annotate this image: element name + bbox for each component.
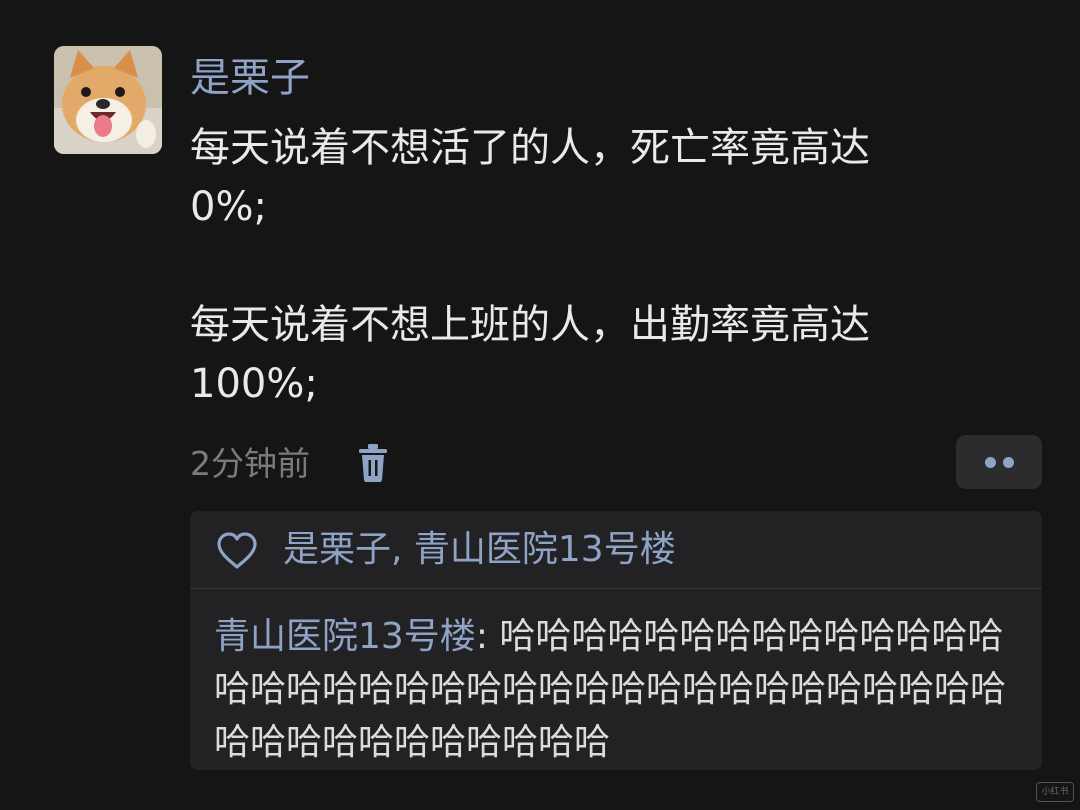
post-content: 每天说着不想活了的人，死亡率竟高达 0%; 每天说着不想上班的人，出勤率竟高达 … (190, 119, 990, 414)
post-line: 每天说着不想上班的人，出勤率竟高达 (190, 302, 870, 348)
avatar[interactable] (54, 46, 162, 154)
comment-author[interactable]: 青山医院13号楼 (214, 616, 476, 657)
likes-comments-panel: 是栗子, 青山医院13号楼 青山医院13号楼: 哈哈哈哈哈哈哈哈哈哈哈哈哈哈哈哈… (190, 511, 1042, 770)
comment-item[interactable]: 青山医院13号楼: 哈哈哈哈哈哈哈哈哈哈哈哈哈哈哈哈哈哈哈哈哈哈哈哈哈哈哈哈哈哈… (214, 610, 1038, 769)
moments-post-screen: 是栗子 每天说着不想活了的人，死亡率竟高达 0%; 每天说着不想上班的人，出勤率… (0, 0, 1080, 810)
shiba-dog-avatar-icon (54, 46, 162, 154)
post-line: 100%; (190, 361, 318, 407)
post-line: 每天说着不想活了的人，死亡率竟高达 (190, 125, 870, 171)
post-timestamp: 2分钟前 (190, 444, 310, 483)
more-actions-button[interactable] (956, 435, 1042, 489)
post-author-name[interactable]: 是栗子 (190, 52, 310, 104)
two-dots-icon (985, 457, 996, 468)
watermark-logo: 小红书 (1036, 782, 1074, 802)
likes-names[interactable]: 是栗子, 青山医院13号楼 (283, 525, 676, 575)
heart-outline-icon[interactable] (215, 531, 259, 571)
divider (190, 588, 1042, 589)
two-dots-icon (1003, 457, 1014, 468)
trash-icon[interactable] (356, 443, 390, 483)
post-line: 0%; (190, 184, 267, 230)
likes-row: 是栗子, 青山医院13号楼 (190, 511, 1042, 589)
comment-separator: : (475, 616, 500, 657)
